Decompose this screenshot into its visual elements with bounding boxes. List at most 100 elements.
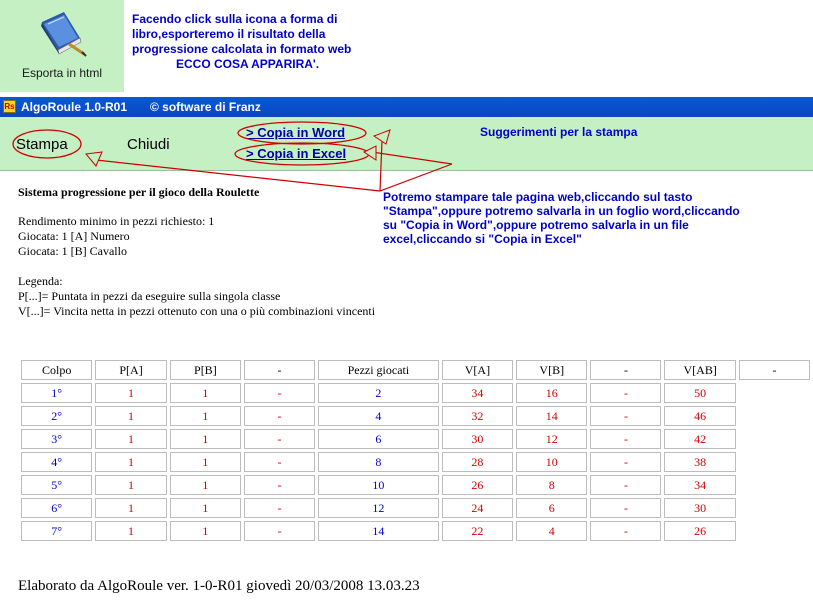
stampa-button[interactable]: Stampa xyxy=(16,136,68,153)
copia-in-word-link[interactable]: > Copia in Word xyxy=(246,125,345,140)
table-cell: 1 xyxy=(95,383,167,403)
table-cell: 2° xyxy=(21,406,93,426)
table-cell: - xyxy=(590,383,662,403)
table-cell: 10 xyxy=(516,452,588,472)
table-cell: 8 xyxy=(318,452,439,472)
window-titlebar: Rs AlgoRoule 1.0-R01 © software di Franz xyxy=(0,97,813,117)
table-cell: 46 xyxy=(664,406,736,426)
table-cell: - xyxy=(590,429,662,449)
footer-text: Elaborato da AlgoRoule ver. 1-0-R01 giov… xyxy=(18,578,420,594)
instructions-line: "Stampa",oppure potremo salvarla in un f… xyxy=(383,204,740,218)
table-cell: 6° xyxy=(21,498,93,518)
table-cell: - xyxy=(590,498,662,518)
table-header-cell: Pezzi giocati xyxy=(318,360,439,380)
window-title: AlgoRoule 1.0-R01 xyxy=(21,100,128,114)
table-cell: 50 xyxy=(664,383,736,403)
table-cell: 38 xyxy=(664,452,736,472)
table-cell: 1 xyxy=(169,383,241,403)
table-cell: 1 xyxy=(95,452,167,472)
table-cell: 1° xyxy=(21,383,93,403)
copia-in-excel-link[interactable]: > Copia in Excel xyxy=(246,146,346,161)
giocata-b-text: Giocata: 1 [B] Cavallo xyxy=(18,244,127,258)
table-cell: 1 xyxy=(95,406,167,426)
table-header-cell: - xyxy=(244,360,316,380)
table-cell: 1 xyxy=(95,475,167,495)
table-cell: 1 xyxy=(95,429,167,449)
table-cell: 1 xyxy=(169,498,241,518)
progression-table: Colpo P[A] P[B] - Pezzi giocati V[A] V[B] - V[AB… xyxy=(18,357,813,544)
table-cell: 1 xyxy=(95,521,167,541)
export-note-line: progressione calcolata in formato web xyxy=(132,42,352,56)
instructions-note: Potremo stampare tale pagina web,cliccan… xyxy=(383,190,803,246)
window-copyright: © software di Franz xyxy=(150,100,261,114)
table-cell: - xyxy=(244,429,316,449)
table-cell: 3° xyxy=(21,429,93,449)
legenda-title: Legenda: xyxy=(18,274,63,288)
table-cell: 42 xyxy=(664,429,736,449)
export-note-line: Facendo click sulla icona a forma di xyxy=(132,12,338,26)
table-header-cell: V[B] xyxy=(516,360,588,380)
table-header-cell: V[A] xyxy=(441,360,514,380)
table-cell: 2 xyxy=(318,383,439,403)
app-icon[interactable]: Rs xyxy=(3,100,16,113)
table-cell: 32 xyxy=(441,406,514,426)
table-header-cell: P[A] xyxy=(95,360,167,380)
chiudi-button[interactable]: Chiudi xyxy=(127,136,170,153)
table-row: 2° 1 1-4 32 14-46 xyxy=(21,406,810,426)
table-row: 7° 1 1-14 22 4-26 xyxy=(21,521,810,541)
table-cell: - xyxy=(590,406,662,426)
table-cell: 4 xyxy=(516,521,588,541)
suggerimenti-label: Suggerimenti per la stampa xyxy=(480,125,638,139)
table-header-row: Colpo P[A] P[B] - Pezzi giocati V[A] V[B] - V[AB… xyxy=(21,360,810,380)
table-cell: 14 xyxy=(516,406,588,426)
table-cell: 16 xyxy=(516,383,588,403)
table-cell: 26 xyxy=(441,475,514,495)
table-cell: 8 xyxy=(516,475,588,495)
legenda-p-text: P[...]= Puntata in pezzi da eseguire sul… xyxy=(18,289,281,303)
table-cell: 6 xyxy=(516,498,588,518)
table-header-cell: - xyxy=(738,360,810,380)
table-cell: - xyxy=(590,475,662,495)
instructions-line: su "Copia in Word",oppure potremo salvar… xyxy=(383,218,689,232)
table-cell: - xyxy=(590,521,662,541)
export-note-line: ECCO COSA APPARIRA'. xyxy=(176,57,320,71)
table-cell: 5° xyxy=(21,475,93,495)
table-row: 5° 1 1-10 26 8-34 xyxy=(21,475,810,495)
table-cell: 28 xyxy=(441,452,514,472)
export-html-panel: Esporta in html xyxy=(0,0,124,92)
table-cell: 30 xyxy=(441,429,514,449)
table-cell: 1 xyxy=(169,452,241,472)
legenda-v-text: V[...]= Vincita netta in pezzi ottenuto … xyxy=(18,304,376,318)
table-cell: - xyxy=(244,475,316,495)
table-cell: 4° xyxy=(21,452,93,472)
table-header-cell: P[B] xyxy=(169,360,241,380)
table-header-cell: V[AB] xyxy=(664,360,736,380)
export-note-line: libro,esporteremo il risultato della xyxy=(132,27,326,41)
table-cell: 4 xyxy=(318,406,439,426)
export-note: Facendo click sulla icona a forma di lib… xyxy=(132,12,462,72)
table-row: 3° 1 1-6 30 12-42 xyxy=(21,429,810,449)
table-cell: 34 xyxy=(441,383,514,403)
table-header-cell: - xyxy=(590,360,662,380)
export-html-label: Esporta in html xyxy=(21,66,103,80)
table-cell: 1 xyxy=(95,498,167,518)
book-icon[interactable] xyxy=(34,8,88,60)
table-cell: - xyxy=(244,383,316,403)
table-cell: - xyxy=(244,498,316,518)
table-cell: 30 xyxy=(664,498,736,518)
instructions-line: excel,cliccando si "Copia in Excel" xyxy=(383,232,582,246)
table-cell: 6 xyxy=(318,429,439,449)
toolbar: Stampa Chiudi > Copia in Word > Copia in… xyxy=(0,117,813,171)
table-cell: 26 xyxy=(664,521,736,541)
table-header-cell: Colpo xyxy=(21,360,93,380)
table-cell: - xyxy=(244,521,316,541)
table-cell: 1 xyxy=(169,475,241,495)
table-cell: 12 xyxy=(516,429,588,449)
table-cell: - xyxy=(244,452,316,472)
table-cell: 12 xyxy=(318,498,439,518)
table-cell: - xyxy=(590,452,662,472)
table-cell: 1 xyxy=(169,521,241,541)
table-cell: 1 xyxy=(169,406,241,426)
instructions-line: Potremo stampare tale pagina web,cliccan… xyxy=(383,190,693,204)
table-cell: 22 xyxy=(441,521,514,541)
